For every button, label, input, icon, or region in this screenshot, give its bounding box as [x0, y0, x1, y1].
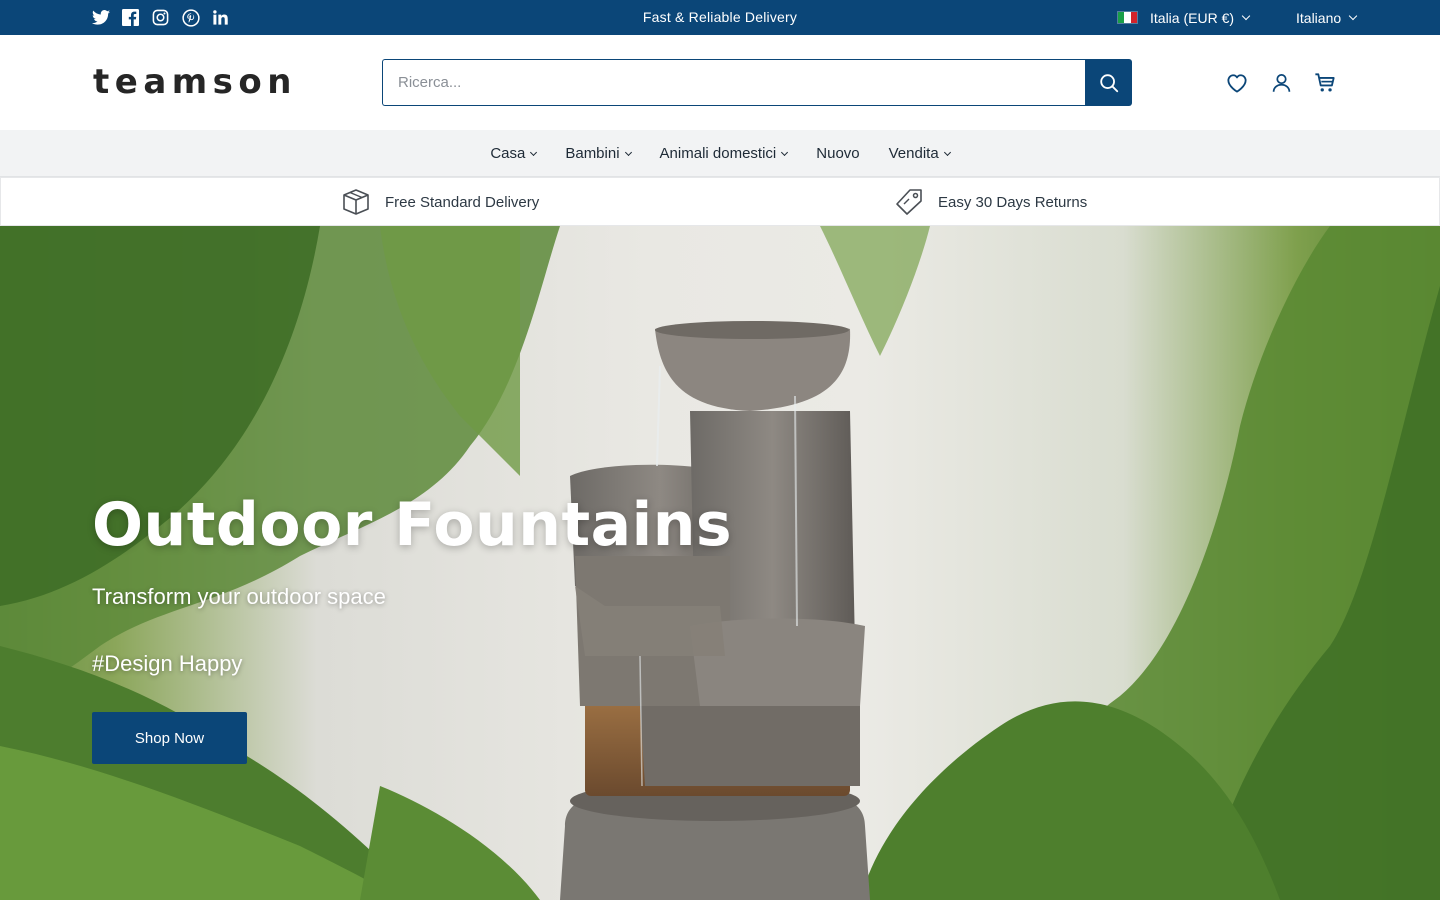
- benefit-label: Easy 30 Days Returns: [938, 193, 1088, 211]
- benefit-label: Free Standard Delivery: [385, 193, 540, 211]
- country-selector[interactable]: Italia (EUR €): [1117, 0, 1251, 35]
- language-selector[interactable]: Italiano: [1296, 0, 1358, 35]
- chevron-down-icon: [1241, 11, 1251, 20]
- header-actions: [1226, 71, 1336, 95]
- hero-subtitle: Transform your outdoor space: [92, 584, 386, 609]
- benefits-bar: Free Standard Delivery Easy 30 Days Retu…: [0, 177, 1440, 226]
- hero-banner: Outdoor Fountains Transform your outdoor…: [0, 226, 1440, 900]
- country-label: Italia (EUR €): [1150, 9, 1235, 26]
- hero-fountain-image: [0, 226, 1440, 900]
- nav-item-bambini[interactable]: Bambini: [565, 145, 632, 162]
- nav-item-label: Nuovo: [816, 145, 860, 162]
- nav-item-label: Vendita: [888, 145, 939, 162]
- nav-item-vendita[interactable]: Vendita: [888, 145, 951, 162]
- account-icon[interactable]: [1270, 71, 1292, 95]
- cart-icon[interactable]: [1314, 71, 1336, 95]
- box-icon: [341, 187, 371, 217]
- chevron-down-icon: [530, 148, 538, 156]
- nav-item-label: Bambini: [565, 145, 620, 162]
- nav-item-animali-domestici[interactable]: Animali domestici: [659, 145, 789, 162]
- italy-flag-icon: [1117, 11, 1138, 24]
- hero-title: Outdoor Fountains: [92, 490, 733, 560]
- language-label: Italiano: [1296, 9, 1342, 26]
- chevron-down-icon: [943, 148, 951, 156]
- search-icon: [1099, 73, 1118, 92]
- chevron-down-icon: [781, 148, 789, 156]
- search-input[interactable]: [382, 59, 1085, 106]
- nav-item-nuovo[interactable]: Nuovo: [816, 145, 859, 162]
- nav-item-label: Casa: [490, 145, 526, 162]
- search-button[interactable]: [1085, 59, 1132, 106]
- top-announcement-bar: Fast & Reliable Delivery Italia (EUR €) …: [0, 0, 1440, 35]
- main-navigation: Casa Bambini Animali domestici Nuovo Ven…: [0, 130, 1440, 177]
- wishlist-icon[interactable]: [1226, 71, 1248, 95]
- hero-hashtag: #Design Happy: [92, 651, 243, 676]
- nav-item-label: Animali domestici: [659, 145, 777, 162]
- tag-icon: [894, 187, 924, 217]
- chevron-down-icon: [1348, 11, 1358, 20]
- shop-now-button[interactable]: Shop Now: [92, 712, 247, 764]
- benefit-easy-returns: Easy 30 Days Returns: [894, 178, 1087, 226]
- site-header: teamson: [0, 35, 1440, 130]
- chevron-down-icon: [624, 148, 632, 156]
- search-form: [382, 59, 1132, 106]
- nav-item-casa[interactable]: Casa: [490, 145, 538, 162]
- benefit-free-delivery: Free Standard Delivery: [341, 178, 539, 226]
- site-logo[interactable]: teamson: [93, 62, 297, 102]
